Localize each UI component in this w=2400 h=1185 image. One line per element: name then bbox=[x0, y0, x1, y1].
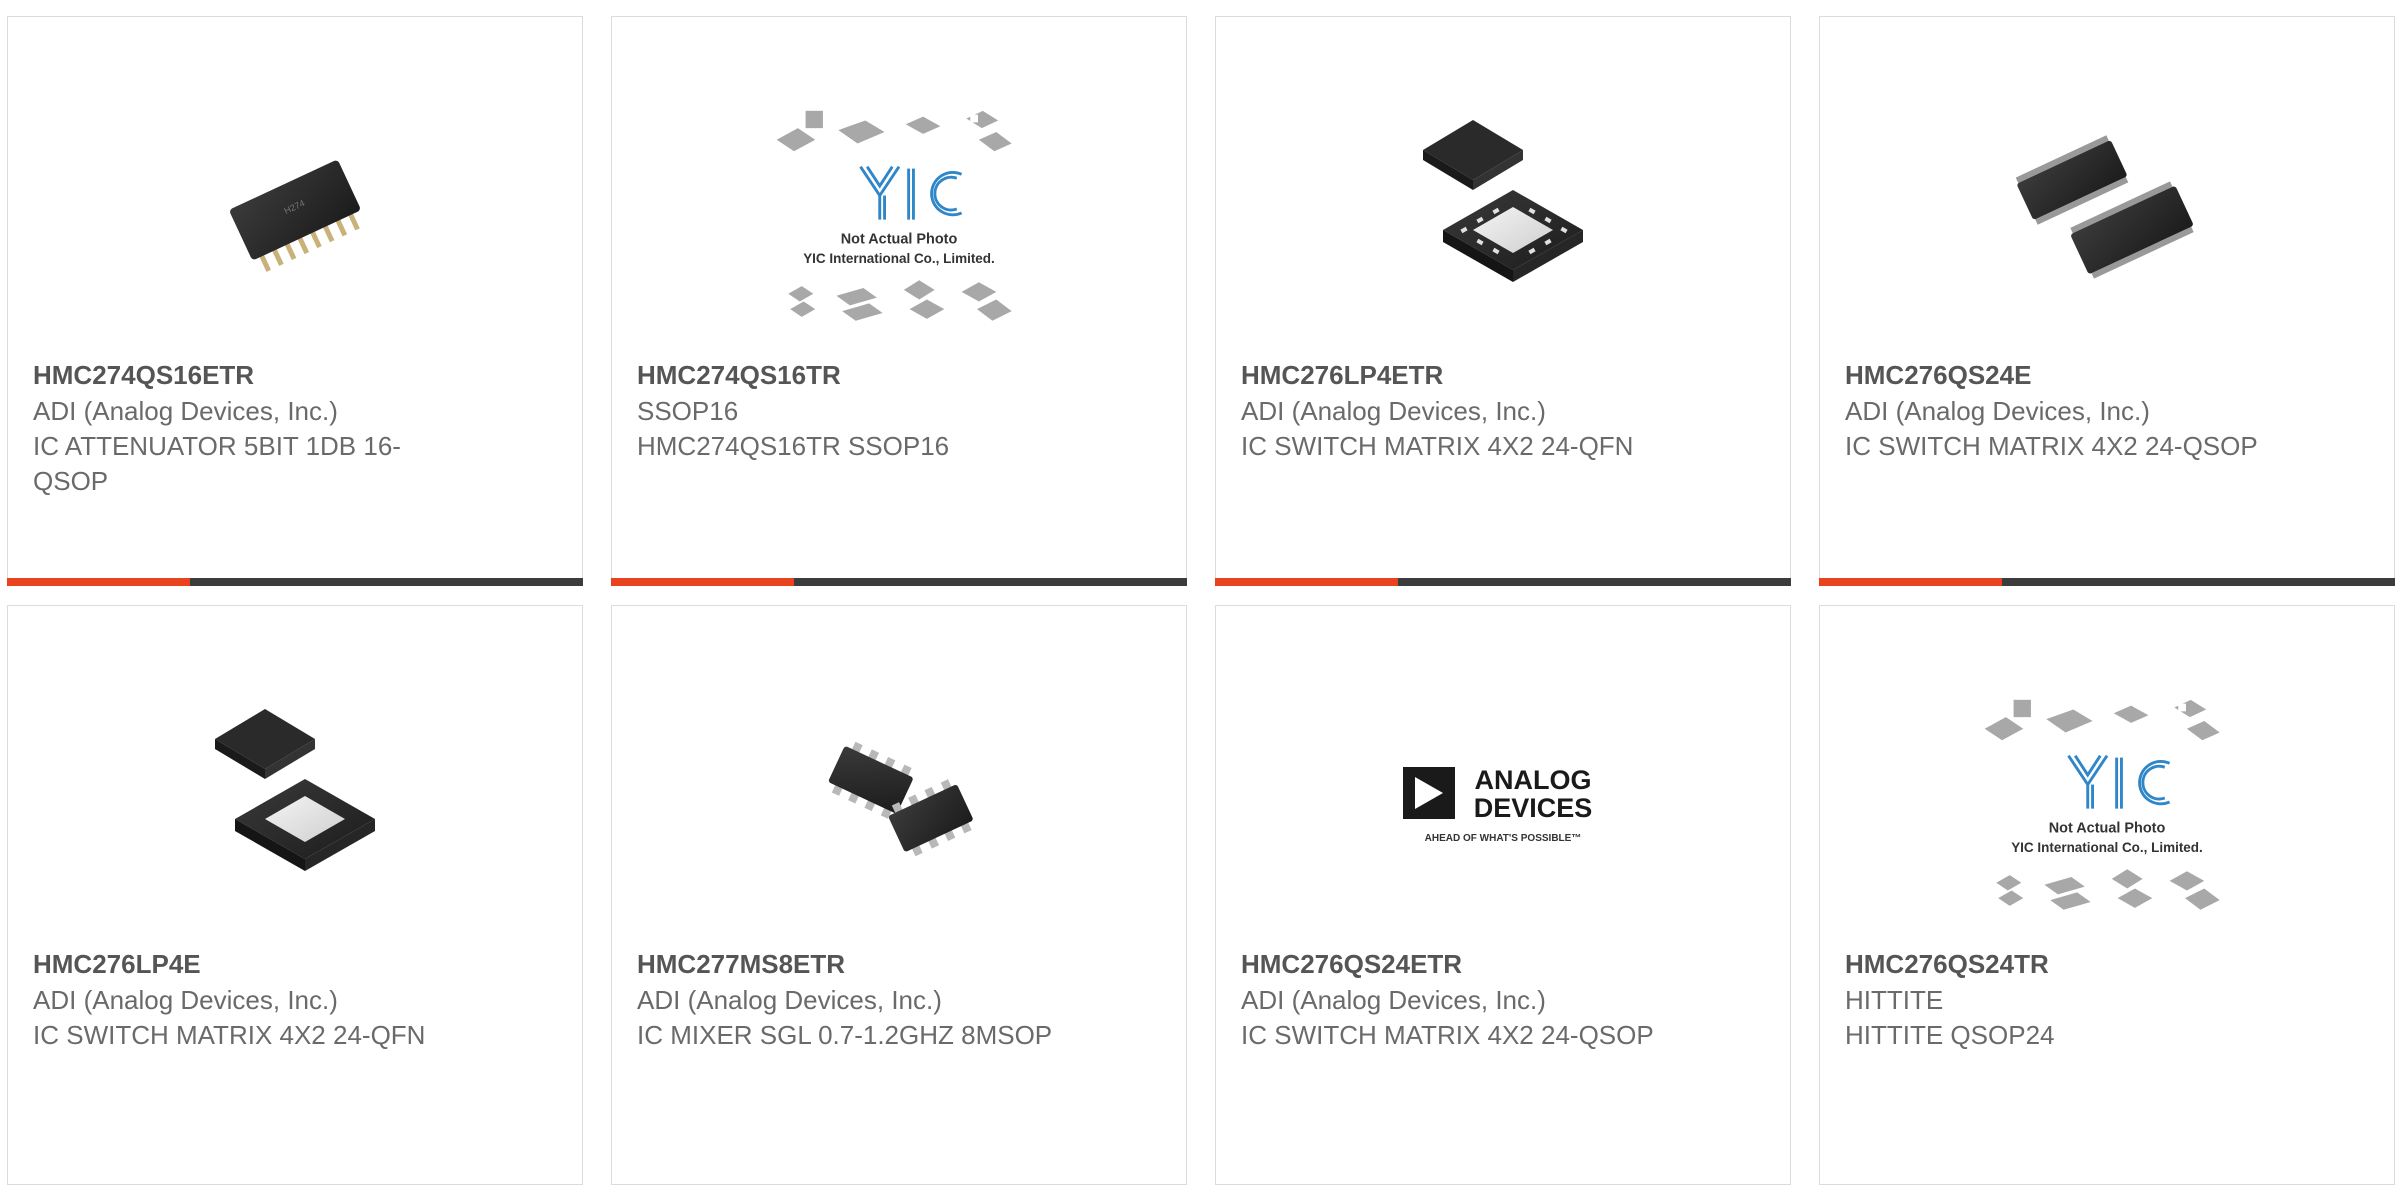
product-card[interactable]: Not Actual Photo YIC International Co., … bbox=[1819, 605, 2395, 1185]
card-accent-bar bbox=[1819, 578, 2395, 586]
part-number[interactable]: HMC276QS24ETR bbox=[1241, 946, 1671, 982]
description: IC SWITCH MATRIX 4X2 24-QFN bbox=[1241, 431, 1634, 461]
placeholder-line1: Not Actual Photo bbox=[841, 232, 958, 248]
product-card[interactable]: H274 HMC274QS16ETR ADI (Analog Devices, … bbox=[7, 16, 583, 586]
logo-tagline: AHEAD OF WHAT'S POSSIBLE™ bbox=[1425, 833, 1582, 844]
product-card[interactable]: HMC277MS8ETR ADI (Analog Devices, Inc.) … bbox=[611, 605, 1187, 1185]
part-number[interactable]: HMC276LP4ETR bbox=[1241, 357, 1671, 393]
part-number[interactable]: HMC277MS8ETR bbox=[637, 946, 1067, 982]
manufacturer: ADI (Analog Devices, Inc.) bbox=[1241, 985, 1546, 1015]
placeholder-line2: YIC International Co., Limited. bbox=[2011, 840, 2203, 855]
manufacturer: ADI (Analog Devices, Inc.) bbox=[637, 985, 942, 1015]
description: IC SWITCH MATRIX 4X2 24-QSOP bbox=[1241, 1020, 1654, 1050]
placeholder-line1: Not Actual Photo bbox=[2049, 821, 2166, 837]
part-number[interactable]: HMC274QS16TR bbox=[637, 357, 1067, 393]
description: HMC274QS16TR SSOP16 bbox=[637, 431, 950, 461]
product-image[interactable]: H274 bbox=[165, 85, 425, 335]
manufacturer: ADI (Analog Devices, Inc.) bbox=[33, 985, 338, 1015]
product-image[interactable] bbox=[1977, 85, 2237, 335]
part-number[interactable]: HMC276QS24E bbox=[1845, 357, 2275, 393]
product-card[interactable]: HMC276LP4ETR ADI (Analog Devices, Inc.) … bbox=[1215, 16, 1791, 586]
manufacturer: ADI (Analog Devices, Inc.) bbox=[33, 396, 338, 426]
product-image[interactable] bbox=[1373, 85, 1633, 335]
product-image[interactable]: Not Actual Photo YIC International Co., … bbox=[1977, 674, 2237, 924]
card-accent-bar bbox=[1215, 578, 1791, 586]
description: IC ATTENUATOR 5BIT 1DB 16-QSOP bbox=[33, 431, 401, 496]
card-accent-bar bbox=[611, 578, 1187, 586]
description: IC SWITCH MATRIX 4X2 24-QFN bbox=[33, 1020, 426, 1050]
product-image[interactable] bbox=[165, 674, 425, 924]
manufacturer: HITTITE bbox=[1845, 985, 1944, 1015]
logo-line2: DEVICES bbox=[1474, 793, 1593, 823]
analog-devices-logo[interactable]: ANALOG DEVICES AHEAD OF WHAT'S POSSIBLE™ bbox=[1373, 674, 1633, 924]
part-number[interactable]: HMC274QS16ETR bbox=[33, 357, 463, 393]
product-image[interactable] bbox=[769, 674, 1029, 924]
product-card[interactable]: HMC276QS24E ADI (Analog Devices, Inc.) I… bbox=[1819, 16, 2395, 586]
product-card[interactable]: Not Actual Photo YIC International Co., … bbox=[611, 16, 1187, 586]
placeholder-line2: YIC International Co., Limited. bbox=[803, 251, 995, 266]
manufacturer: ADI (Analog Devices, Inc.) bbox=[1845, 396, 2150, 426]
product-card[interactable]: HMC276LP4E ADI (Analog Devices, Inc.) IC… bbox=[7, 605, 583, 1185]
product-card[interactable]: ANALOG DEVICES AHEAD OF WHAT'S POSSIBLE™… bbox=[1215, 605, 1791, 1185]
description: IC SWITCH MATRIX 4X2 24-QSOP bbox=[1845, 431, 2258, 461]
logo-line1: ANALOG bbox=[1475, 765, 1592, 795]
manufacturer: ADI (Analog Devices, Inc.) bbox=[1241, 396, 1546, 426]
part-number[interactable]: HMC276QS24TR bbox=[1845, 946, 2275, 982]
part-number[interactable]: HMC276LP4E bbox=[33, 946, 463, 982]
product-image[interactable]: Not Actual Photo YIC International Co., … bbox=[769, 85, 1029, 335]
manufacturer: SSOP16 bbox=[637, 396, 739, 426]
description: IC MIXER SGL 0.7-1.2GHZ 8MSOP bbox=[637, 1020, 1053, 1050]
description: HITTITE QSOP24 bbox=[1845, 1020, 2055, 1050]
card-accent-bar bbox=[7, 578, 583, 586]
